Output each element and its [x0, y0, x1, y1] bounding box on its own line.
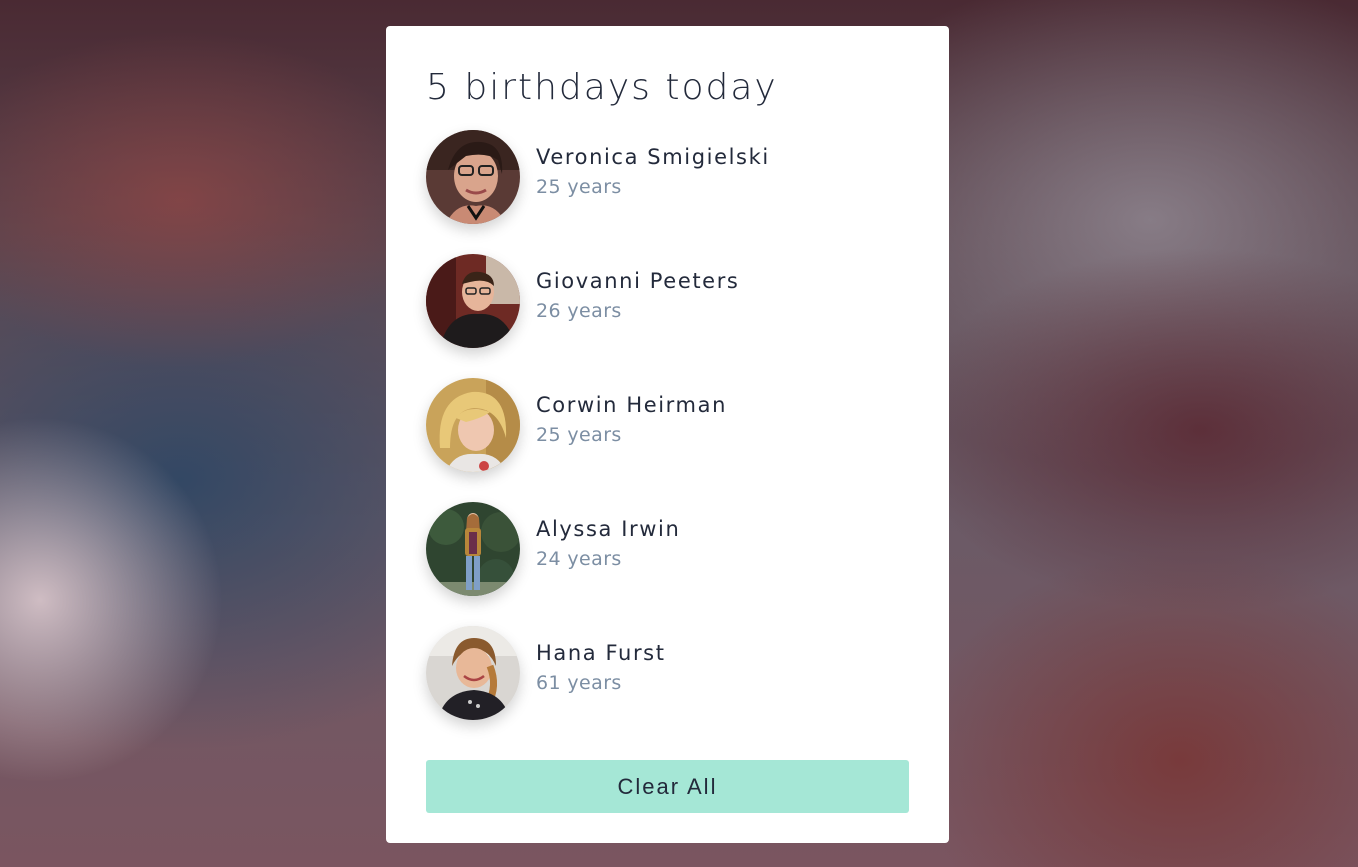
avatar	[426, 378, 520, 472]
person-info: Veronica Smigielski 25 years	[536, 142, 770, 202]
person-age: 25 years	[536, 424, 622, 446]
clear-all-button[interactable]: Clear All	[426, 760, 909, 813]
person-age: 24 years	[536, 548, 622, 570]
person-name: Veronica Smigielski	[536, 145, 770, 169]
list-item: Veronica Smigielski 25 years	[426, 130, 909, 224]
person-name: Giovanni Peeters	[536, 269, 740, 293]
person-photo-icon	[426, 502, 520, 596]
person-name: Alyssa Irwin	[536, 517, 681, 541]
person-photo-icon	[426, 378, 520, 472]
avatar	[426, 626, 520, 720]
list-item: Alyssa Irwin 24 years	[426, 502, 909, 596]
list-item: Corwin Heirman 25 years	[426, 378, 909, 472]
person-info: Hana Furst 61 years	[536, 638, 666, 698]
avatar	[426, 502, 520, 596]
person-photo-icon	[426, 254, 520, 348]
list-item: Hana Furst 61 years	[426, 626, 909, 720]
person-info: Alyssa Irwin 24 years	[536, 514, 680, 574]
person-age: 26 years	[536, 300, 622, 322]
person-age: 25 years	[536, 176, 622, 198]
person-info: Corwin Heirman 25 years	[536, 390, 727, 450]
list-item: Giovanni Peeters 26 years	[426, 254, 909, 348]
person-age: 61 years	[536, 672, 622, 694]
person-photo-icon	[426, 130, 520, 224]
person-photo-icon	[426, 626, 520, 720]
avatar	[426, 254, 520, 348]
person-name: Hana Furst	[536, 641, 666, 665]
birthday-card: 5 birthdays today Veronica Smigielski 25…	[386, 26, 949, 843]
person-name: Corwin Heirman	[536, 393, 727, 417]
person-info: Giovanni Peeters 26 years	[536, 266, 739, 326]
birthday-list: Veronica Smigielski 25 years Giovanni Pe…	[426, 130, 909, 750]
page-title: 5 birthdays today	[426, 67, 778, 108]
avatar	[426, 130, 520, 224]
